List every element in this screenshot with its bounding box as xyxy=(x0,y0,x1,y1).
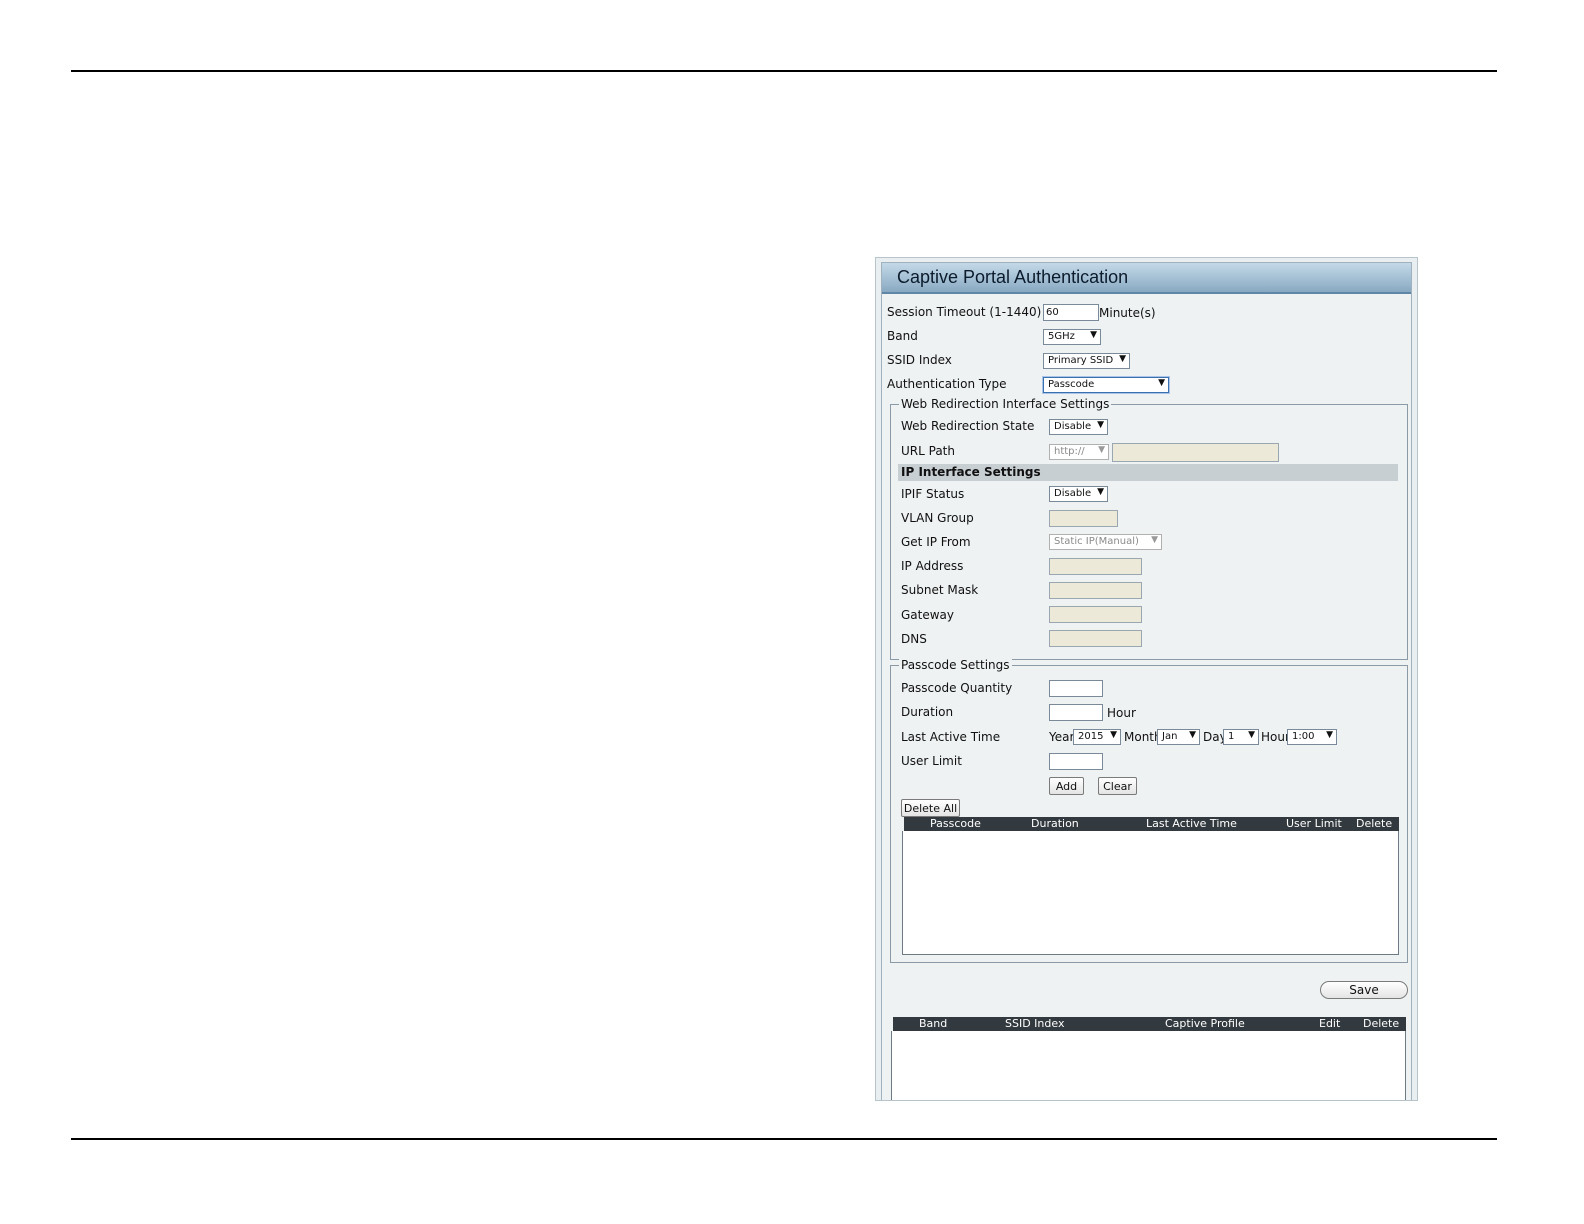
month-value: Jan xyxy=(1162,731,1178,742)
get-ip-from-select[interactable]: Static IP(Manual) ▼ xyxy=(1049,534,1162,550)
duration-unit: Hour xyxy=(1107,706,1136,720)
ip-address-input[interactable] xyxy=(1049,558,1142,575)
auth-type-select-value: Passcode xyxy=(1048,379,1095,390)
gateway-label: Gateway xyxy=(901,608,955,622)
chevron-down-icon: ▼ xyxy=(1248,730,1255,740)
ssid-index-label: SSID Index xyxy=(887,353,952,367)
year-value: 2015 xyxy=(1078,731,1104,742)
chevron-down-icon: ▼ xyxy=(1097,420,1104,430)
panel-title: Captive Portal Authentication xyxy=(897,267,1129,287)
delete-col-header: Delete xyxy=(1363,1017,1400,1030)
get-ip-from-value: Static IP(Manual) xyxy=(1054,536,1139,547)
clear-button[interactable]: Clear xyxy=(1098,777,1137,795)
session-timeout-input[interactable]: 60 xyxy=(1043,304,1099,321)
last-active-time-label: Last Active Time xyxy=(901,730,1001,744)
delete-all-button[interactable]: Delete All xyxy=(901,799,960,817)
passcode-quantity-label: Passcode Quantity xyxy=(901,681,1013,695)
band-select[interactable]: 5GHz ▼ xyxy=(1043,329,1101,345)
panel-titlebar: Captive Portal Authentication xyxy=(882,263,1411,294)
vlan-group-input[interactable] xyxy=(1049,510,1118,527)
user-limit-col-header: User Limit xyxy=(1286,817,1342,830)
subnet-mask-label: Subnet Mask xyxy=(901,583,979,597)
url-path-input[interactable] xyxy=(1112,443,1279,462)
month-label: Month xyxy=(1124,730,1162,744)
ssid-index-select-value: Primary SSID xyxy=(1048,355,1114,366)
band-col-header: Band xyxy=(919,1017,948,1030)
user-limit-label: User Limit xyxy=(901,754,962,768)
web-redirection-legend: Web Redirection Interface Settings xyxy=(899,397,1112,411)
passcode-quantity-input[interactable] xyxy=(1049,680,1103,697)
duration-input[interactable] xyxy=(1049,704,1103,721)
web-redirection-state-label: Web Redirection State xyxy=(901,419,1035,433)
band-select-value: 5GHz xyxy=(1048,331,1075,342)
last-active-time-col-header: Last Active Time xyxy=(1146,817,1237,830)
vlan-group-label: VLAN Group xyxy=(901,511,974,525)
ssid-index-col-header: SSID Index xyxy=(1005,1017,1065,1030)
web-redirection-state-value: Disable xyxy=(1054,421,1092,432)
profile-table-body xyxy=(891,1031,1406,1100)
day-select[interactable]: 1 ▼ xyxy=(1223,729,1259,745)
captive-profile-col-header: Captive Profile xyxy=(1165,1017,1245,1030)
month-select[interactable]: Jan ▼ xyxy=(1157,729,1200,745)
chevron-down-icon: ▼ xyxy=(1110,730,1117,740)
edit-col-header: Edit xyxy=(1319,1017,1341,1030)
ipif-status-label: IPIF Status xyxy=(901,487,965,501)
profile-table-header: Band SSID Index Captive Profile Edit Del… xyxy=(893,1017,1406,1031)
auth-type-select[interactable]: Passcode ▼ xyxy=(1043,377,1169,393)
year-label: Year xyxy=(1049,730,1075,744)
chevron-down-icon: ▼ xyxy=(1098,445,1105,455)
chevron-down-icon: ▼ xyxy=(1097,487,1104,497)
hour-value: 1:00 xyxy=(1292,731,1315,742)
ip-interface-heading: IP Interface Settings xyxy=(898,464,1398,481)
duration-col-header: Duration xyxy=(1031,817,1079,830)
ssid-index-select[interactable]: Primary SSID ▼ xyxy=(1043,353,1130,369)
chevron-down-icon: ▼ xyxy=(1090,330,1097,340)
day-value: 1 xyxy=(1228,731,1235,742)
session-timeout-unit: Minute(s) xyxy=(1099,306,1156,320)
dns-label: DNS xyxy=(901,632,927,646)
passcode-col-header: Passcode xyxy=(930,817,981,830)
passcode-table-body xyxy=(902,831,1399,955)
chevron-down-icon: ▼ xyxy=(1119,354,1126,364)
passcode-fieldset: Passcode Settings Passcode Quantity Dura… xyxy=(890,658,1408,963)
add-button[interactable]: Add xyxy=(1049,777,1084,795)
duration-label: Duration xyxy=(901,705,954,719)
save-button[interactable]: Save xyxy=(1320,981,1408,999)
ipif-status-select[interactable]: Disable ▼ xyxy=(1049,486,1108,502)
ip-address-label: IP Address xyxy=(901,559,964,573)
gateway-input[interactable] xyxy=(1049,606,1142,623)
get-ip-from-label: Get IP From xyxy=(901,535,971,549)
delete-col-header: Delete xyxy=(1356,817,1393,830)
captive-portal-screenshot: Captive Portal Authentication Session Ti… xyxy=(875,257,1418,1101)
subnet-mask-input[interactable] xyxy=(1049,582,1142,599)
chevron-down-icon: ▼ xyxy=(1326,730,1333,740)
chevron-down-icon: ▼ xyxy=(1158,378,1165,388)
top-rule xyxy=(71,70,1497,72)
passcode-legend: Passcode Settings xyxy=(899,658,1012,672)
web-redirection-fieldset: Web Redirection Interface Settings Web R… xyxy=(890,397,1408,660)
ipif-status-value: Disable xyxy=(1054,488,1092,499)
url-scheme-select[interactable]: http:// ▼ xyxy=(1049,444,1109,460)
url-path-label: URL Path xyxy=(901,444,955,458)
chevron-down-icon: ▼ xyxy=(1151,535,1158,545)
bottom-rule xyxy=(71,1138,1497,1140)
session-timeout-label: Session Timeout (1-1440) xyxy=(887,305,1042,319)
dns-input[interactable] xyxy=(1049,630,1142,647)
band-label: Band xyxy=(887,329,918,343)
year-select[interactable]: 2015 ▼ xyxy=(1073,729,1121,745)
passcode-table-header: Passcode Duration Last Active Time User … xyxy=(904,817,1399,831)
url-scheme-value: http:// xyxy=(1054,446,1085,457)
captive-portal-panel: Captive Portal Authentication Session Ti… xyxy=(881,262,1412,1100)
hour-select[interactable]: 1:00 ▼ xyxy=(1287,729,1337,745)
user-limit-input[interactable] xyxy=(1049,753,1103,770)
web-redirection-state-select[interactable]: Disable ▼ xyxy=(1049,419,1108,435)
chevron-down-icon: ▼ xyxy=(1189,730,1196,740)
hour-label: Hour xyxy=(1261,730,1290,744)
auth-type-label: Authentication Type xyxy=(887,377,1007,391)
